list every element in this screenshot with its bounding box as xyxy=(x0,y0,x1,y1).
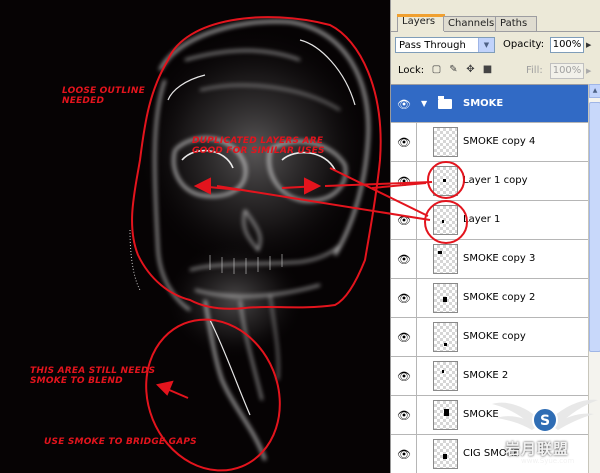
visibility-toggle[interactable]: 👁 xyxy=(391,162,417,200)
layer-name: SMOKE copy xyxy=(463,331,526,342)
opacity-label: Opacity: xyxy=(503,39,545,50)
layer-row[interactable]: 👁 SMOKE copy xyxy=(391,318,588,357)
visibility-toggle[interactable]: 👁 xyxy=(391,435,417,473)
folder-icon xyxy=(438,95,452,109)
visibility-toggle[interactable]: 👁 xyxy=(391,279,417,317)
eye-icon: 👁 xyxy=(397,214,411,227)
scroll-up-icon[interactable]: ▲ xyxy=(589,84,600,98)
layer-thumbnail xyxy=(433,361,458,391)
layer-name: Layer 1 copy xyxy=(463,175,528,186)
layer-row[interactable]: 👁 Layer 1 copy xyxy=(391,162,588,201)
tab-paths[interactable]: Paths xyxy=(495,16,537,31)
blend-mode-value: Pass Through xyxy=(399,40,466,51)
visibility-toggle[interactable]: 👁 xyxy=(391,396,417,434)
visibility-toggle[interactable]: 👁 xyxy=(391,357,417,395)
layer-name: SMOKE copy 3 xyxy=(463,253,536,264)
layer-row[interactable]: 👁 SMOKE copy 3 xyxy=(391,240,588,279)
annotation-loose-outline: LOOSE OUTLINE NEEDED xyxy=(62,86,145,106)
layer-thumbnail xyxy=(433,205,458,235)
layer-row[interactable]: 👁 SMOKE copy 2 xyxy=(391,279,588,318)
layer-name: SMOKE copy 2 xyxy=(463,292,536,303)
annotation-duplicated-layers: DUPLICATED LAYERS ARE GOOD FOR SIMILAR U… xyxy=(192,136,325,156)
visibility-toggle[interactable]: 👁 xyxy=(391,240,417,278)
eye-icon: 👁 xyxy=(397,370,411,383)
annotation-area-blend: THIS AREA STILL NEEDS SMOKE TO BLEND xyxy=(30,366,156,386)
watermark-url: www.Syue.com xyxy=(521,457,575,465)
opacity-arrow-icon[interactable]: ▶ xyxy=(586,41,591,49)
panel-tabs: Layers Channels Paths xyxy=(391,14,600,32)
eye-icon: 👁 xyxy=(397,253,411,266)
eye-icon: 👁 xyxy=(397,409,411,422)
layer-thumbnail xyxy=(433,283,458,313)
annotation-bridge-gaps: USE SMOKE TO BRIDGE GAPS xyxy=(44,437,197,447)
scrollbar-thumb[interactable] xyxy=(589,102,600,352)
layer-row[interactable]: 👁 SMOKE copy 4 xyxy=(391,123,588,162)
tab-layers[interactable]: Layers xyxy=(397,14,445,32)
lock-label: Lock: xyxy=(398,65,425,76)
visibility-toggle[interactable]: 👁 xyxy=(391,201,417,239)
layer-thumbnail xyxy=(433,244,458,274)
fill-label: Fill: xyxy=(526,65,543,76)
eye-icon: 👁 xyxy=(397,331,411,344)
blend-mode-select[interactable]: Pass Through ▼ xyxy=(395,37,495,53)
lock-position-icon[interactable]: ✥ xyxy=(464,63,477,76)
fill-arrow-icon[interactable]: ▶ xyxy=(586,67,591,75)
layer-name: Layer 1 xyxy=(463,214,501,225)
opacity-input[interactable]: 100% xyxy=(550,37,584,53)
lock-all-icon[interactable]: ■ xyxy=(481,63,494,76)
eye-icon: 👁 xyxy=(397,136,411,149)
visibility-toggle[interactable]: 👁 xyxy=(391,123,417,161)
layer-group-smoke[interactable]: 👁 ▼ SMOKE xyxy=(391,85,588,123)
eye-icon: 👁 xyxy=(397,175,411,188)
document-canvas[interactable]: LOOSE OUTLINE NEEDED DUPLICATED LAYERS A… xyxy=(0,0,390,473)
layer-name: SMOKE xyxy=(463,97,504,109)
smoke-skull-artwork xyxy=(0,0,390,473)
chevron-down-icon: ▼ xyxy=(478,38,494,52)
layer-name: SMOKE 2 xyxy=(463,370,509,381)
visibility-toggle[interactable]: 👁 xyxy=(391,318,417,356)
watermark-text: 岩月联盟 xyxy=(505,440,570,458)
layer-thumbnail xyxy=(433,322,458,352)
visibility-toggle[interactable]: 👁 xyxy=(391,85,417,122)
layer-thumbnail xyxy=(433,439,458,469)
lock-transparency-icon[interactable]: ▢ xyxy=(430,63,443,76)
watermark-logo-letter: S xyxy=(540,413,550,429)
lock-pixels-icon[interactable]: ✎ xyxy=(447,63,460,76)
expand-triangle-icon[interactable]: ▼ xyxy=(421,99,427,108)
layer-thumbnail xyxy=(433,127,458,157)
layer-thumbnail xyxy=(433,166,458,196)
eye-icon: 👁 xyxy=(397,97,411,111)
layer-thumbnail xyxy=(433,400,458,430)
fill-input[interactable]: 100% xyxy=(550,63,584,79)
tab-channels[interactable]: Channels xyxy=(443,16,497,31)
eye-icon: 👁 xyxy=(397,448,411,461)
layer-name: SMOKE copy 4 xyxy=(463,136,536,147)
eye-icon: 👁 xyxy=(397,292,411,305)
layer-row[interactable]: 👁 Layer 1 xyxy=(391,201,588,240)
